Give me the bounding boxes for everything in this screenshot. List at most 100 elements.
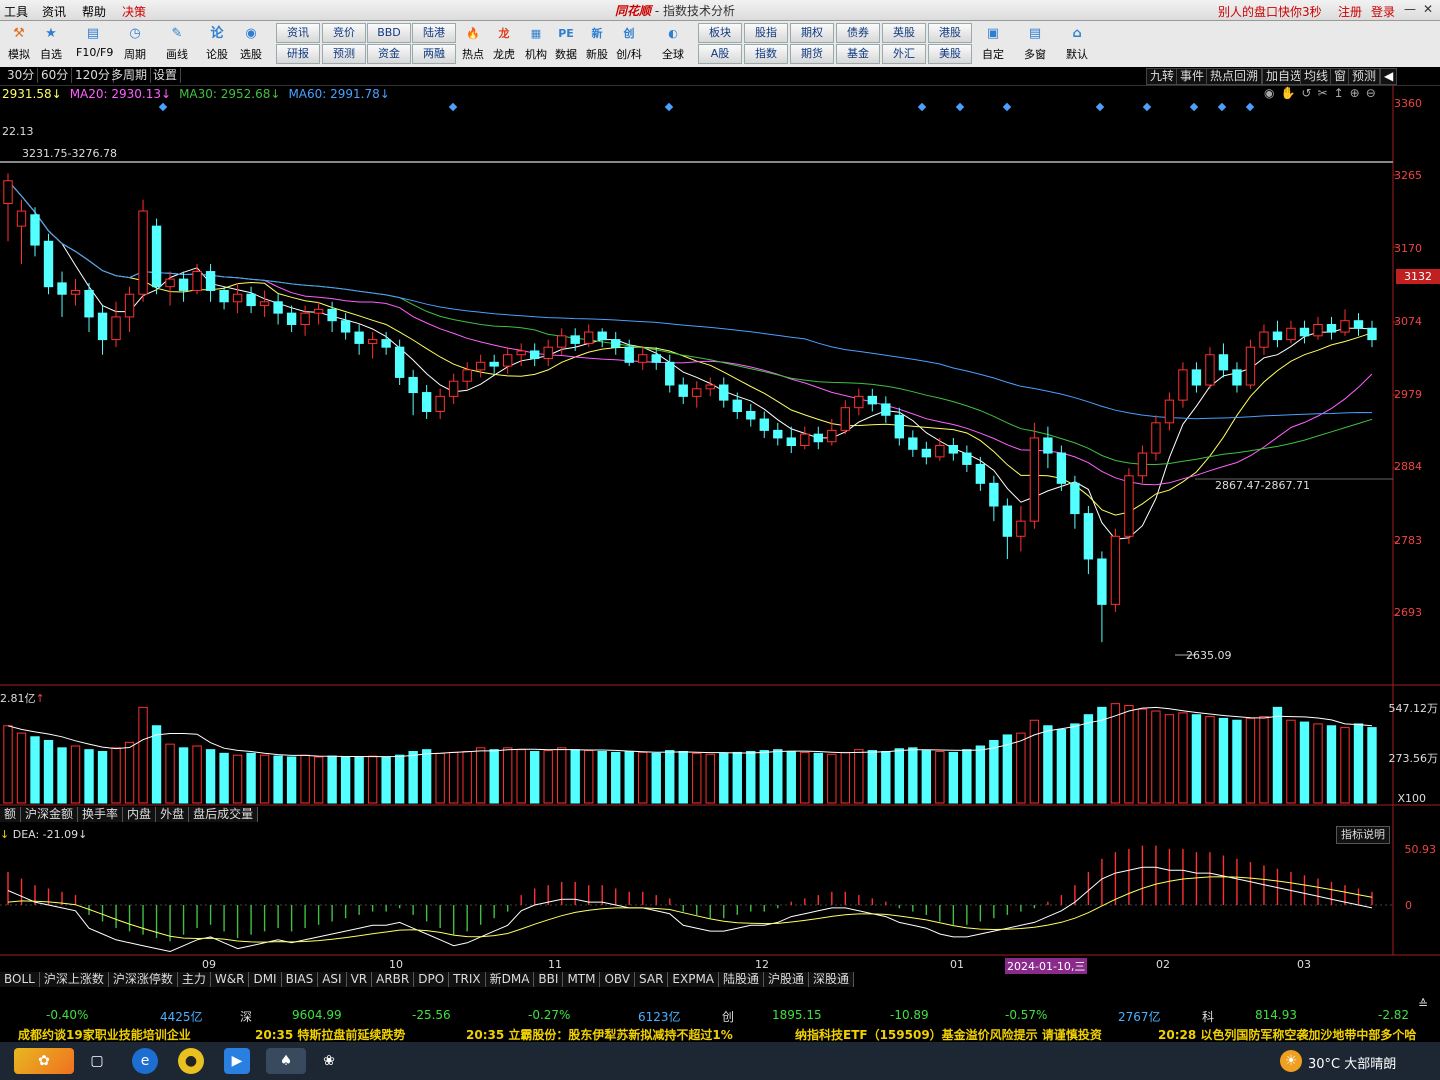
indicator-tab[interactable]: VR [346,972,373,987]
period-60min[interactable]: 60分 [38,68,73,83]
toolbar-market-button[interactable]: 股指 [744,23,788,43]
menu-news[interactable]: 资讯 [42,3,66,20]
minimize-icon[interactable]: — [1402,2,1418,18]
indicator-tab[interactable]: 沪深涨停数 [108,972,178,987]
menu-decision[interactable]: 决策 [122,3,146,20]
toolbar-market-button[interactable]: 港股 [928,23,972,43]
indicator-tab[interactable]: ARBR [372,972,415,987]
tab-events[interactable]: 事件 [1176,68,1209,85]
toolbar-f10-button[interactable]: ▤ F10/F9 [76,23,113,65]
period-settings[interactable]: 设置 [150,68,182,83]
indicator-tab[interactable]: BOLL [0,972,40,987]
subtab-amount[interactable]: 额 [0,807,22,822]
indicator-tab[interactable]: 沪股通 [764,972,810,987]
indicator-tab[interactable]: ASI [318,972,347,987]
toolbar-small-button[interactable]: 陆港 [412,23,456,43]
ticker-item[interactable]: 成都约谈19家职业技能培训企业 [18,1026,191,1043]
indicator-tab[interactable]: EXPMA [668,972,720,987]
subtab-turnover[interactable]: 换手率 [78,807,124,822]
toolbar-small-button[interactable]: 预测 [322,44,366,64]
toolbar-market-button[interactable]: 债券 [836,23,880,43]
toolbar-small-button[interactable]: 两融 [412,44,456,64]
app-icon[interactable]: ▶ [224,1048,250,1074]
toolbar-draw-line-button[interactable]: ✎ 画线 [160,23,194,65]
indicator-tab[interactable]: DPO [414,972,450,987]
toolbar-institution-button[interactable]: ▦ 机构 [519,23,553,65]
indicator-tab[interactable]: BIAS [281,972,319,987]
ticker-item[interactable]: 纳指科技ETF（159509）基金溢价风险提示 请谨慎投资 [795,1026,1102,1043]
menu-tools[interactable]: 工具 [4,3,28,20]
expand-up-icon[interactable]: ≙ [1418,997,1428,1011]
toolbar-market-button[interactable]: 期货 [790,44,834,64]
toolbar-market-button[interactable]: 期权 [790,23,834,43]
subtab-inner[interactable]: 内盘 [123,807,157,822]
toolbar-period-button[interactable]: ◷ 周期 [118,23,152,65]
close-icon[interactable]: ✕ [1420,2,1436,18]
toolbar-small-button[interactable]: 资讯 [276,23,320,43]
toolbar-market-button[interactable]: A股 [698,44,742,64]
indicator-tab[interactable]: 沪深上涨数 [39,972,109,987]
ticker-item[interactable]: 20:35 特斯拉盘前延续跌势 [255,1026,405,1043]
menu-help[interactable]: 帮助 [82,3,106,20]
toolbar-dragon-tiger-button[interactable]: 龙龙虎 [487,23,521,65]
edge-browser-icon[interactable]: e [132,1048,158,1074]
flower-widget-icon[interactable]: ✿ [14,1048,74,1074]
tab-forecast[interactable]: 预测 [1348,68,1381,85]
indicator-tab[interactable]: 陆股通 [719,972,765,987]
chrome-icon[interactable]: ● [178,1048,204,1074]
ticker-item[interactable]: 20:28 以色列国防军称空袭加沙地带中部多个哈 [1158,1026,1416,1043]
toolbar-stock-picker-button[interactable]: ◉ 选股 [234,23,268,65]
toolbar-small-button[interactable]: BBD [367,23,411,43]
toolbar-market-button[interactable]: 指数 [744,44,788,64]
toolbar-ipo-button[interactable]: 新新股 [580,23,614,65]
toolbar-simulate-button[interactable]: ⚒ 模拟 [2,23,36,65]
toolbar-discuss-button[interactable]: 论论股 [200,23,234,65]
period-30min[interactable]: 30分 [4,68,39,83]
toolbar-market-button[interactable]: 外汇 [882,44,926,64]
promo-link[interactable]: 别人的盘口快你3秒 [1218,3,1322,20]
indicator-tab[interactable]: DMI [249,972,282,987]
toolbar-multi-window-button[interactable]: ▤ 多窗 [1018,23,1052,65]
settings-flower-icon[interactable]: ❀ [316,1048,342,1074]
indicator-tab[interactable]: W&R [210,972,250,987]
toolbar-small-button[interactable]: 资金 [367,44,411,64]
indicator-tab[interactable]: SAR [635,972,669,987]
toolbar-custom-button[interactable]: ▣ 自定 [976,23,1010,65]
kline-chart[interactable] [0,85,1440,970]
tonghuashun-taskbar-icon[interactable]: ♠ [266,1048,306,1074]
subtab-after-hours[interactable]: 盘后成交量 [189,807,259,822]
toolbar-small-button[interactable]: 研报 [276,44,320,64]
toolbar-home-button[interactable]: ⌂ 默认 [1060,23,1094,65]
toolbar-globe-button[interactable]: ◐ 全球 [656,23,690,65]
candle-body [259,301,270,307]
toolbar-chinext-button[interactable]: 创创/科 [612,23,646,65]
collapse-icon[interactable]: ◀ [1380,68,1398,85]
tab-nine-turn[interactable]: 九转 [1146,68,1179,85]
subtab-hs-amount[interactable]: 沪深金额 [21,807,79,822]
indicator-tab[interactable]: MTM [563,972,601,987]
period-multi[interactable]: 多周期 [108,68,152,83]
indicator-tab[interactable]: OBV [600,972,636,987]
indicator-tab[interactable]: BBI [534,972,564,987]
tab-hot-review[interactable]: 热点回溯 [1206,68,1263,85]
toolbar-market-button[interactable]: 基金 [836,44,880,64]
toolbar-hot-button[interactable]: 🔥 热点 [456,23,490,65]
tab-ma[interactable]: 均线 [1300,68,1333,85]
tab-window[interactable]: 窗 [1330,68,1351,85]
task-view-icon[interactable]: ▢ [84,1048,110,1074]
toolbar-data-button[interactable]: PE 数据 [549,23,583,65]
login-link[interactable]: 登录 [1371,3,1395,20]
toolbar-market-button[interactable]: 英股 [882,23,926,43]
indicator-tab[interactable]: 主力 [177,972,211,987]
toolbar-market-button[interactable]: 美股 [928,44,972,64]
indicator-tab[interactable]: TRIX [449,972,486,987]
register-link[interactable]: 注册 [1338,3,1362,20]
indicator-tab[interactable]: 新DMA [485,972,535,987]
subtab-outer[interactable]: 外盘 [156,807,190,822]
toolbar-market-button[interactable]: 板块 [698,23,742,43]
indicator-tab[interactable]: 深股通 [809,972,855,987]
toolbar-small-button[interactable]: 竞价 [322,23,366,43]
toolbar-watchlist-button[interactable]: ★ 自选 [34,23,68,65]
indicator-help-button[interactable]: 指标说明 [1336,826,1390,844]
ticker-item[interactable]: 20:35 立霸股份：股东伊犁苏新拟减持不超过1% [466,1026,733,1043]
